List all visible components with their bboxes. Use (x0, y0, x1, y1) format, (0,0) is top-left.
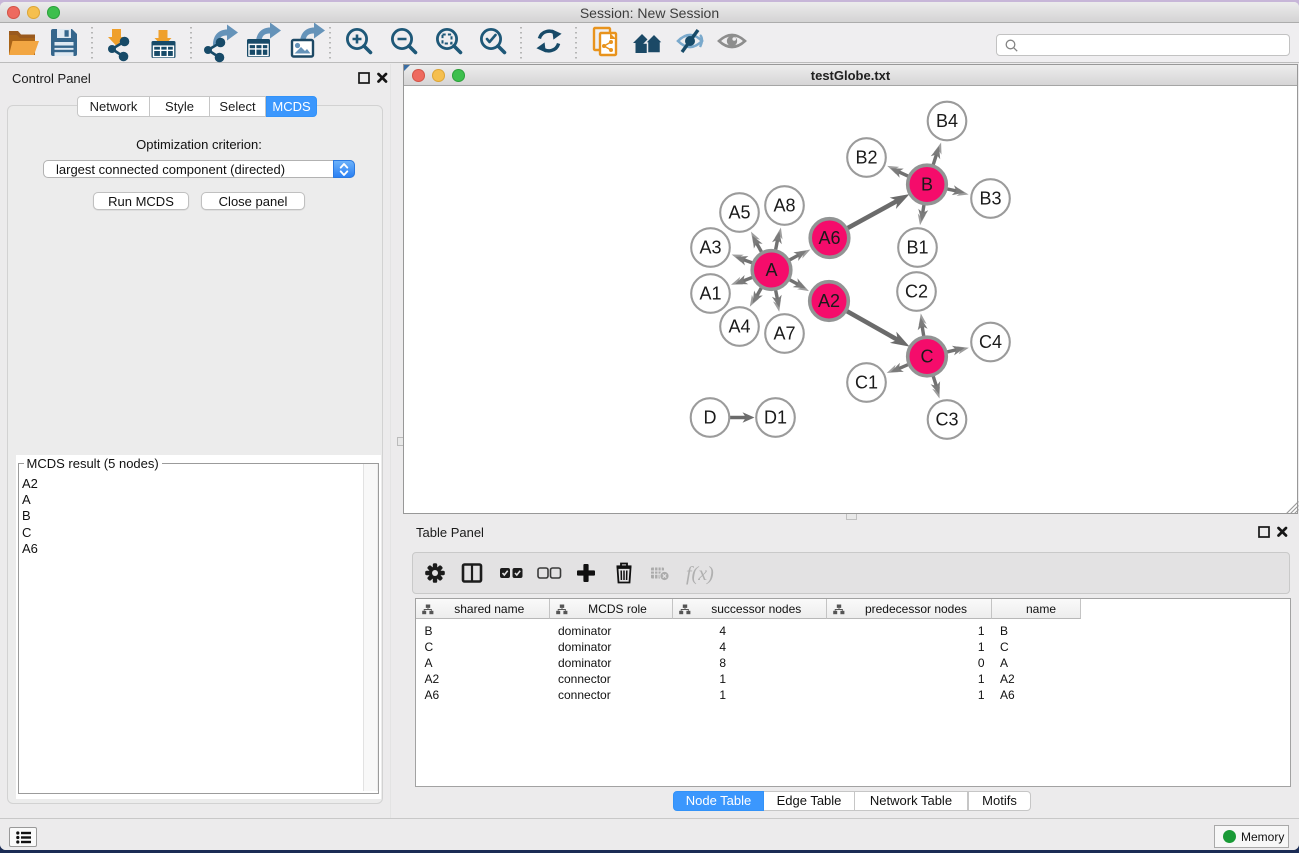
svg-text:C: C (921, 347, 934, 367)
svg-text:A8: A8 (773, 196, 795, 216)
svg-text:C4: C4 (979, 332, 1002, 352)
svg-text:C2: C2 (905, 282, 928, 302)
svg-text:B4: B4 (936, 111, 958, 131)
svg-text:C1: C1 (855, 373, 878, 393)
svg-text:C3: C3 (935, 410, 958, 430)
svg-text:B: B (921, 175, 933, 195)
svg-text:B1: B1 (906, 238, 928, 258)
svg-text:A3: A3 (699, 238, 721, 258)
svg-text:B3: B3 (979, 189, 1001, 209)
svg-text:A1: A1 (699, 284, 721, 304)
svg-text:A6: A6 (818, 228, 840, 248)
svg-text:f(x): f(x) (686, 563, 714, 585)
svg-text:D1: D1 (764, 408, 787, 428)
svg-text:A: A (765, 260, 777, 280)
svg-text:A5: A5 (728, 203, 750, 223)
svg-text:B2: B2 (855, 148, 877, 168)
svg-text:D: D (704, 408, 717, 428)
svg-text:A4: A4 (728, 317, 750, 337)
svg-text:A7: A7 (773, 324, 795, 344)
svg-text:A2: A2 (818, 291, 840, 311)
